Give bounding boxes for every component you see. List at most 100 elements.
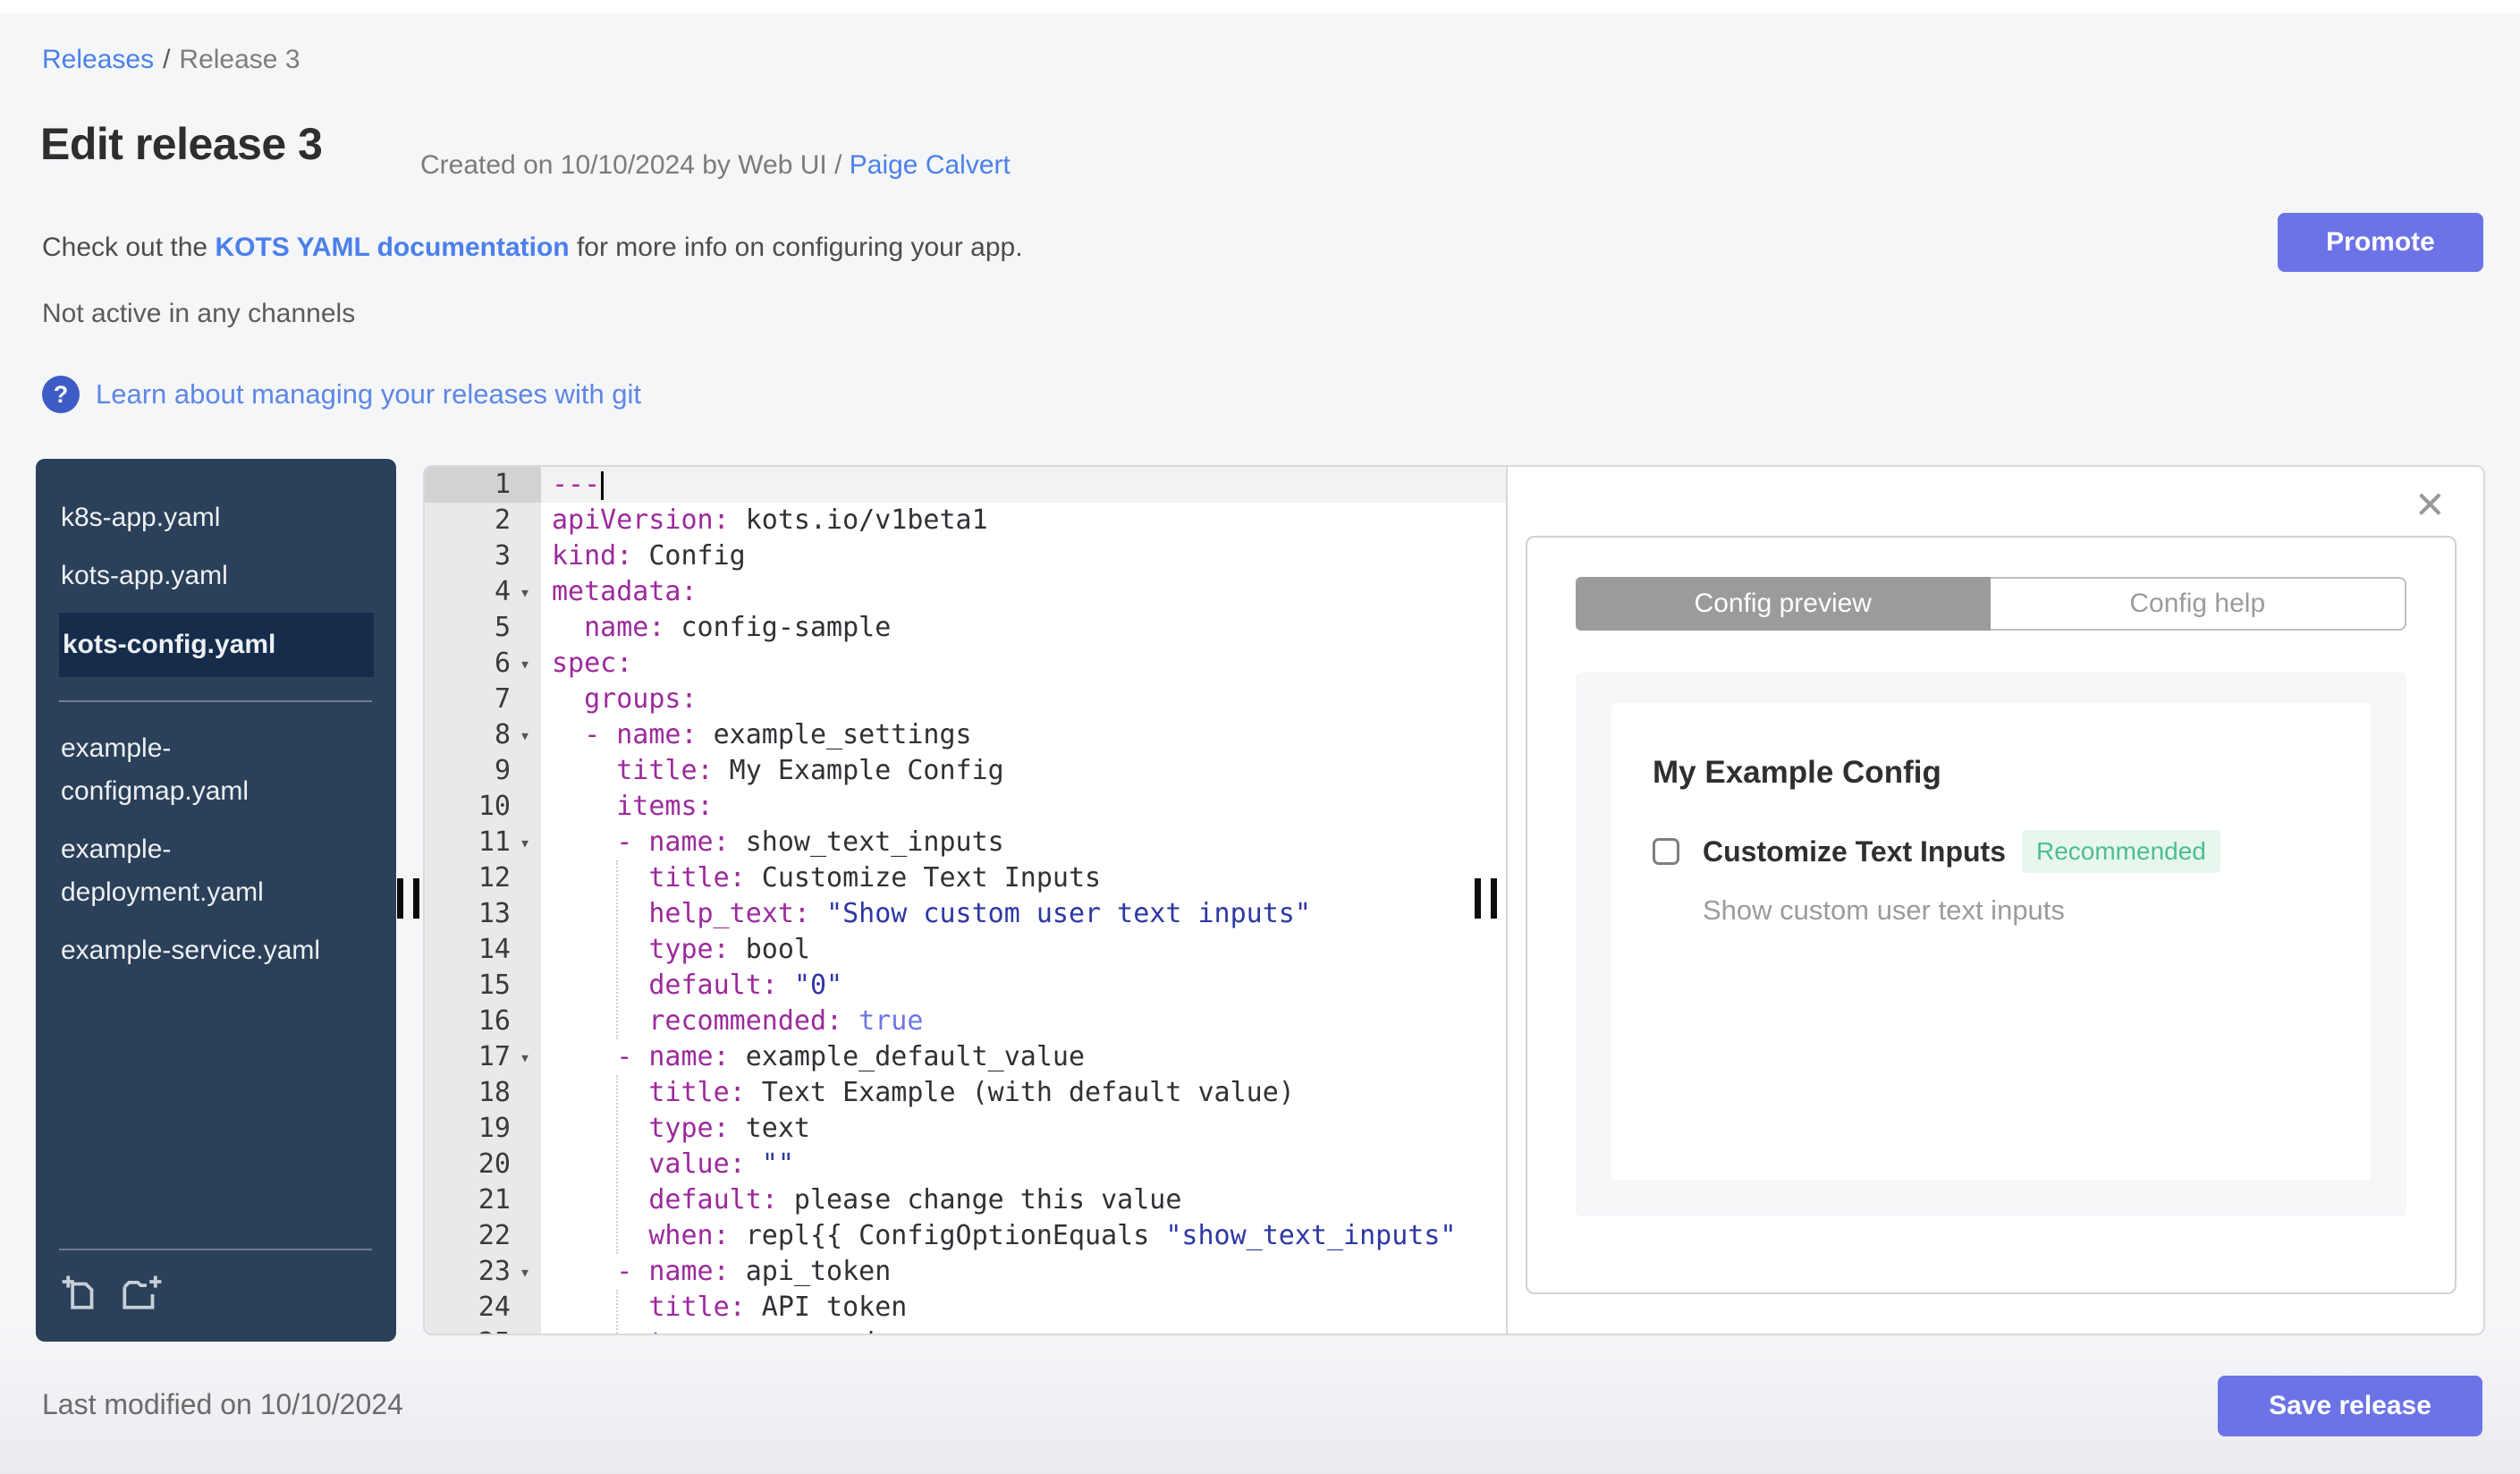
code-token: - [616,1256,633,1287]
sidebar-file-kots-config.yaml[interactable]: kots-config.yaml [59,613,374,677]
config-item-help: Show custom user text inputs [1703,894,2065,926]
code-token: name: [584,612,665,643]
tab-config-help[interactable]: Config help [1990,577,2406,631]
code-token: default: [648,970,778,1001]
fold-arrow-icon[interactable]: ▾ [512,646,537,682]
code-token: "show_text_inputs" [1165,1220,1457,1251]
fold-arrow-icon[interactable]: ▾ [512,574,537,610]
config-group-title: My Example Config [1653,755,1941,790]
code-token: --- [552,469,601,500]
author-link[interactable]: Paige Calvert [850,150,1011,180]
config-item-label: Customize Text Inputs [1703,834,2006,868]
close-icon[interactable]: ✕ [2414,487,2446,524]
gutter-line-1: 1 [425,467,541,503]
line-number: 16 [478,1005,511,1037]
sidebar-file-example-configmap.yaml[interactable]: example-configmap.yaml [61,727,347,813]
indent-guide [616,860,619,1039]
line-number: 7 [494,683,511,715]
code-line-5: name: config-sample [541,610,1506,646]
new-folder-icon[interactable] [122,1274,163,1315]
yaml-editor[interactable]: 1 2 3 4 ▾ 5 6 ▾ 7 8 ▾ 9 10 11 ▾ 12 13 14 15 16 17 ▾ 18 19 20 21 22… [425,467,1506,1334]
code-token: spec: [552,648,633,679]
gutter-line-8: 8 ▾ [425,717,541,753]
editor-resize-handle[interactable] [1475,878,1497,919]
doc-hint-pre: Check out the [42,233,216,262]
gutter-line-22: 22 [425,1218,541,1254]
channel-status: Not active in any channels [42,299,356,328]
config-preview-pane: ✕ Config preview Config help My Example C… [1508,467,2483,1334]
sidebar-file-example-service.yaml[interactable]: example-service.yaml [61,929,347,972]
gutter-line-17: 17 ▾ [425,1039,541,1075]
code-token: Customize Text Inputs [745,862,1102,894]
line-number: 5 [494,612,511,643]
gutter-line-11: 11 ▾ [425,825,541,860]
fold-arrow-icon[interactable]: ▾ [512,825,537,860]
gutter-line-4: 4 ▾ [425,574,541,610]
gutter-line-10: 10 [425,789,541,825]
tab-config-preview[interactable]: Config preview [1576,577,1991,631]
code-line-6: spec: [541,646,1506,682]
code-token: apiVersion: [552,504,730,536]
line-number: 12 [478,862,511,894]
code-token: text [729,1113,810,1144]
help-question-icon[interactable]: ? [42,376,80,413]
fold-arrow-icon[interactable]: ▾ [512,717,537,753]
new-file-icon[interactable] [61,1274,102,1315]
code-token: bool [729,934,810,965]
customize-text-inputs-checkbox[interactable] [1653,838,1679,865]
code-line-1: --- [541,467,1506,503]
code-line-11: - name: show_text_inputs [541,825,1506,860]
code-token: Text Example (with default value) [745,1077,1295,1108]
breadcrumb-current: Release 3 [179,45,300,74]
code-token: - [616,826,633,858]
code-token: default: [648,1184,778,1216]
breadcrumb-releases-link[interactable]: Releases [42,45,154,74]
config-preview-card: Config preview Config help My Example Con… [1526,536,2457,1294]
code-line-17: - name: example_default_value [541,1039,1506,1075]
fold-arrow-icon[interactable]: ▾ [512,1039,537,1075]
editor-gutter: 1 2 3 4 ▾ 5 6 ▾ 7 8 ▾ 9 10 11 ▾ 12 13 14 15 16 17 ▾ 18 19 20 21 22… [425,467,541,1334]
editor-code[interactable]: --- apiVersion: kots.io/v1beta1 kind: Conf… [541,467,1506,1334]
fold-arrow-icon[interactable]: ▾ [512,1254,537,1290]
sidebar-file-example-deployment.yaml[interactable]: example-deployment.yaml [61,828,347,914]
gutter-line-18: 18 [425,1075,541,1111]
code-token: name: [648,826,730,858]
code-token: true [858,1005,924,1037]
code-token: value: [648,1148,746,1180]
gutter-line-14: 14 [425,932,541,968]
file-sidebar: k8s-app.yaml kots-app.yaml kots-config.yam… [36,459,396,1342]
sidebar-resize-handle[interactable] [397,878,419,919]
code-line-4: metadata: [541,574,1506,610]
sidebar-file-kots-app.yaml[interactable]: kots-app.yaml [61,555,347,597]
code-line-15: default: "0" [541,968,1506,1004]
save-release-button[interactable]: Save release [2218,1376,2482,1436]
line-number: 15 [478,970,511,1001]
preview-tab-bar: Config preview Config help [1576,577,2406,631]
gutter-line-2: 2 [425,503,541,538]
gutter-line-24: 24 [425,1290,541,1326]
sidebar-file-k8s-app.yaml[interactable]: k8s-app.yaml [61,496,347,539]
release-editor-card: 1 2 3 4 ▾ 5 6 ▾ 7 8 ▾ 9 10 11 ▾ 12 13 14 15 16 17 ▾ 18 19 20 21 22… [423,465,2485,1335]
code-line-8: - name: example_settings [541,717,1506,753]
code-token: title: [648,862,746,894]
last-modified-text: Last modified on 10/10/2024 [42,1388,403,1420]
kots-yaml-doc-link[interactable]: KOTS YAML documentation [215,233,569,262]
line-number: 13 [478,898,511,929]
promote-button[interactable]: Promote [2278,213,2483,272]
line-number: 1 [494,469,511,500]
line-number: 21 [478,1184,511,1216]
gutter-line-20: 20 [425,1147,541,1182]
code-token: kots.io/v1beta1 [729,504,988,536]
git-releases-link[interactable]: Learn about managing your releases with … [96,378,641,411]
indent-guide [616,1290,619,1334]
gutter-line-21: 21 [425,1182,541,1218]
